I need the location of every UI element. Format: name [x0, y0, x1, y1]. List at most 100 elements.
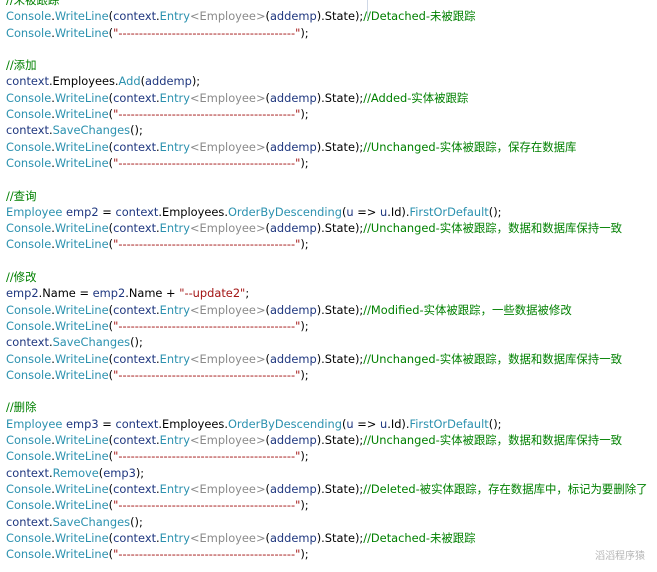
- code-token-type: Console: [6, 530, 52, 545]
- code-token-prop: context: [6, 74, 49, 89]
- code-token-type: Console: [6, 221, 52, 236]
- code-token-prop: context: [113, 351, 157, 366]
- code-token-plain: );: [300, 318, 309, 333]
- code-line: Console.WriteLine("---------------------…: [6, 367, 648, 383]
- code-token-prop: addemp: [269, 139, 317, 154]
- code-token-comment: //Detached-未被跟踪: [363, 9, 476, 24]
- code-line: Console.WriteLine(context.Entry<Employee…: [6, 432, 648, 448]
- code-block[interactable]: //未被跟踪 Console.WriteLine(context.Entry<Em…: [6, 0, 648, 562]
- code-token-gen: <Employee>: [189, 530, 266, 545]
- code-token-plain: );: [135, 465, 145, 480]
- code-token-type: SaveChanges: [52, 514, 131, 529]
- code-token-str: "---------------------------------------…: [113, 237, 301, 252]
- code-token-type: Employee: [6, 204, 63, 219]
- code-token-type: Console: [6, 237, 52, 252]
- code-token-type: SaveChanges: [52, 123, 131, 138]
- code-token-comment: //Unchanged-实体被跟踪，数据和数据库保持一致: [363, 351, 622, 366]
- code-token-comment: //修改: [6, 270, 37, 285]
- code-token-plain: );: [300, 367, 309, 382]
- code-token-plain: ();: [488, 416, 502, 431]
- code-token-type: WriteLine: [54, 90, 109, 105]
- code-token-plain: ).State);: [316, 302, 364, 317]
- code-token-plain: .Id).: [387, 416, 410, 431]
- code-token-type: WriteLine: [54, 481, 109, 496]
- code-token-str: "---------------------------------------…: [113, 547, 301, 562]
- code-token-type: WriteLine: [54, 498, 109, 513]
- code-token-prop: addemp: [269, 221, 317, 236]
- code-token-prop: addemp: [269, 302, 317, 317]
- code-line: Console.WriteLine("---------------------…: [6, 236, 648, 252]
- watermark: 滔滔程序猿: [595, 551, 645, 562]
- code-token-type: Console: [6, 155, 52, 170]
- code-token-prop: addemp: [269, 433, 317, 448]
- code-editor[interactable]: //未被跟踪 Console.WriteLine(context.Entry<Em…: [0, 0, 657, 572]
- code-line: Console.WriteLine(context.Entry<Employee…: [6, 530, 648, 546]
- code-token-type: Remove: [52, 465, 99, 480]
- code-token-comment: //添加: [6, 58, 37, 73]
- code-token-type: FirstOrDefault: [409, 204, 489, 219]
- code-token-str: "--update2": [179, 286, 246, 301]
- code-token-prop: addemp: [269, 9, 317, 24]
- code-token-str: "---------------------------------------…: [113, 367, 301, 382]
- code-token-plain: ();: [130, 514, 143, 529]
- code-token-prop: context: [113, 530, 157, 545]
- code-token-prop: addemp: [269, 90, 317, 105]
- code-token-plain: .Employees.: [158, 204, 228, 219]
- code-line: Console.WriteLine("---------------------…: [6, 106, 648, 122]
- code-token-gen: <Employee>: [189, 139, 266, 154]
- code-token-type: Entry: [159, 530, 190, 545]
- code-line: Console.WriteLine(context.Entry<Employee…: [6, 481, 648, 497]
- code-token-plain: =>: [353, 204, 380, 219]
- code-token-prop: context: [113, 139, 157, 154]
- code-token-str: "---------------------------------------…: [113, 498, 301, 513]
- code-token-comment: //删除: [6, 400, 37, 415]
- code-token-plain: );: [300, 449, 309, 464]
- code-token-type: WriteLine: [54, 433, 109, 448]
- code-token-type: Console: [6, 25, 52, 40]
- code-token-type: Console: [6, 351, 52, 366]
- code-line: Console.WriteLine("---------------------…: [6, 546, 648, 562]
- code-token-type: Console: [6, 547, 52, 562]
- code-line: Console.WriteLine("---------------------…: [6, 155, 648, 171]
- code-token-type: WriteLine: [54, 107, 109, 122]
- code-token-str: "---------------------------------------…: [113, 449, 301, 464]
- code-token-plain: );: [300, 237, 309, 252]
- code-token-plain: .Employees.: [48, 74, 119, 89]
- code-line: context.SaveChanges();: [6, 334, 648, 350]
- code-token-prop: addemp: [145, 74, 192, 89]
- code-token-type: Entry: [159, 433, 190, 448]
- code-line: //添加: [6, 57, 648, 73]
- code-token-comment: //Unchanged-实体被跟踪，保存在数据库: [363, 139, 577, 154]
- code-token-prop: context: [6, 123, 49, 138]
- code-token-type: Console: [6, 90, 52, 105]
- code-line: Employee emp2 = context.Employees.OrderB…: [6, 204, 648, 220]
- code-token-type: Employee: [6, 416, 63, 431]
- code-token-type: Add: [118, 74, 141, 89]
- code-token-type: Console: [6, 9, 52, 24]
- code-token-prop: context: [113, 481, 157, 496]
- code-token-plain: =: [98, 416, 116, 431]
- code-token-gen: <Employee>: [189, 351, 266, 366]
- code-token-prop: u: [346, 416, 354, 431]
- code-token-prop: context: [113, 9, 157, 24]
- code-token-plain: =: [98, 204, 116, 219]
- code-line: //未被跟踪: [6, 0, 648, 8]
- code-token-plain: =>: [353, 416, 380, 431]
- code-token-plain: ();: [130, 335, 143, 350]
- code-token-prop: context: [113, 433, 157, 448]
- code-token-comment: //Detached-未被跟踪: [363, 530, 476, 545]
- code-token-type: Console: [6, 367, 52, 382]
- code-token-str: "---------------------------------------…: [113, 107, 301, 122]
- code-token-type: Console: [6, 481, 52, 496]
- code-token-gen: <Employee>: [189, 302, 266, 317]
- code-token-prop: emp3: [66, 416, 99, 431]
- code-line: Console.WriteLine(context.Entry<Employee…: [6, 302, 648, 318]
- code-token-comment: //Unchanged-实体被跟踪，数据和数据库保持一致: [363, 433, 622, 448]
- code-token-type: Entry: [159, 90, 190, 105]
- code-token-type: WriteLine: [54, 9, 109, 24]
- code-token-type: Entry: [159, 351, 190, 366]
